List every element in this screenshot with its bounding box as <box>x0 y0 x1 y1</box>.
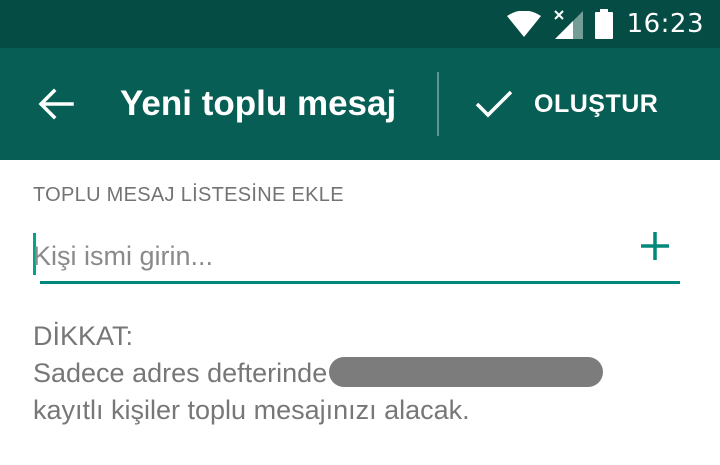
back-button[interactable] <box>30 82 82 126</box>
contact-input-group <box>33 225 680 285</box>
toolbar: Yeni toplu mesaj OLUŞTUR <box>0 48 720 160</box>
contact-name-input[interactable] <box>33 235 623 277</box>
create-button-label: OLUŞTUR <box>534 89 659 118</box>
toolbar-divider <box>437 72 439 136</box>
input-underline <box>40 281 680 284</box>
status-time: 16:23 <box>626 9 704 39</box>
notice-line-1-text: Sadece adres defterinde <box>33 358 328 388</box>
status-bar: 16:23 <box>0 0 720 48</box>
notice-line-2: kayıtlı kişiler toplu mesajınızı alacak. <box>33 395 470 425</box>
wifi-icon <box>506 11 541 37</box>
add-contact-button[interactable] <box>638 229 672 263</box>
signal-no-data-icon <box>553 9 583 39</box>
notice-heading: DİKKAT: <box>33 321 134 351</box>
page-title: Yeni toplu mesaj <box>120 84 397 123</box>
redacted-text <box>329 356 604 387</box>
notice-line-1: Sadece adres defterinde <box>33 355 693 392</box>
section-header: TOPLU MESAJ LİSTESİNE EKLE <box>33 184 344 206</box>
battery-icon <box>594 9 613 39</box>
check-icon <box>474 89 514 119</box>
notice-text: DİKKAT: Sadece adres defterinde kayıtlı … <box>33 318 693 429</box>
arrow-back-icon <box>38 88 74 120</box>
plus-icon <box>641 232 669 260</box>
create-button[interactable]: OLUŞTUR <box>460 76 700 132</box>
